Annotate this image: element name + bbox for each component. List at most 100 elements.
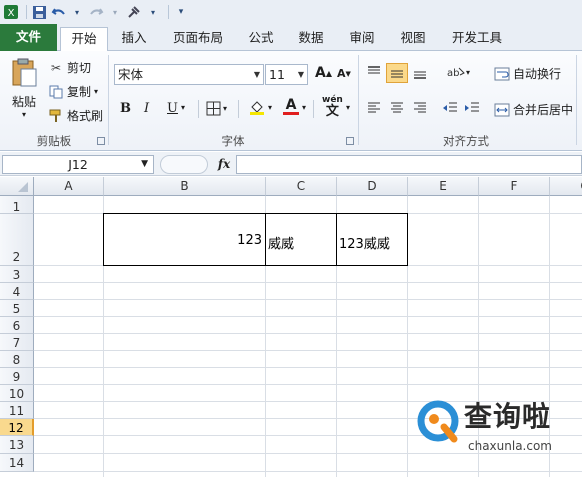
- underline-button[interactable]: U: [167, 101, 178, 116]
- row-header-6[interactable]: 6: [0, 317, 34, 334]
- cut-label: 剪切: [67, 61, 92, 75]
- row-header-13[interactable]: 13: [0, 436, 34, 454]
- decrease-indent-button[interactable]: [442, 101, 458, 115]
- shrink-font-button[interactable]: A ▼: [337, 67, 351, 80]
- row-header-9[interactable]: 9: [0, 368, 34, 385]
- align-middle-icon: [391, 70, 403, 78]
- save-icon[interactable]: [31, 3, 47, 21]
- tab-insert[interactable]: 插入: [111, 27, 157, 51]
- grow-font-icon: A: [315, 65, 326, 81]
- undo-icon[interactable]: [50, 3, 66, 21]
- column-header-a[interactable]: A: [34, 177, 104, 196]
- tab-view[interactable]: 视图: [392, 27, 434, 51]
- row-header-11[interactable]: 11: [0, 402, 34, 419]
- row-header-10[interactable]: 10: [0, 385, 34, 402]
- format-painter-button[interactable]: 格式刷: [48, 107, 103, 124]
- clipboard-launcher-icon[interactable]: [97, 137, 105, 145]
- gridline: [34, 471, 582, 472]
- gridline: [34, 299, 582, 300]
- tab-home[interactable]: 开始: [60, 27, 108, 52]
- select-all-corner[interactable]: [0, 177, 34, 196]
- quick-access-toolbar: X ▾ ▾ ▾ ▾: [0, 0, 582, 24]
- insert-function-button[interactable]: fx: [214, 155, 234, 174]
- copy-button[interactable]: 复制 ▾: [48, 83, 98, 100]
- phonetic-dropdown-icon[interactable]: ▾: [346, 103, 350, 112]
- tab-page-layout[interactable]: 页面布局: [162, 27, 234, 51]
- row-header-7[interactable]: 7: [0, 334, 34, 351]
- font-launcher-icon[interactable]: [346, 137, 354, 145]
- column-header-d[interactable]: D: [337, 177, 408, 196]
- row-header-1[interactable]: 1: [0, 196, 34, 214]
- row-header-8[interactable]: 8: [0, 351, 34, 368]
- tab-data[interactable]: 数据: [290, 27, 332, 51]
- font-color-button[interactable]: A: [283, 97, 299, 115]
- align-bottom-button[interactable]: [412, 65, 428, 79]
- borders-button[interactable]: ▾: [206, 101, 227, 116]
- paste-icon: [12, 58, 37, 87]
- tab-developer[interactable]: 开发工具: [445, 27, 509, 51]
- wrap-text-button[interactable]: 自动换行: [494, 65, 561, 82]
- font-color-dropdown-icon[interactable]: ▾: [302, 103, 306, 112]
- italic-button[interactable]: I: [144, 101, 149, 116]
- row-header-2[interactable]: 2: [0, 214, 34, 266]
- row-header-5[interactable]: 5: [0, 300, 34, 317]
- tab-file[interactable]: 文件: [0, 24, 57, 51]
- redo-icon[interactable]: [88, 3, 104, 21]
- column-header-f[interactable]: F: [479, 177, 550, 196]
- gridline: [34, 367, 582, 368]
- merge-center-button[interactable]: 合并后居中: [494, 101, 573, 118]
- align-left-button[interactable]: [366, 101, 382, 115]
- chevron-down-icon: ▼: [297, 70, 304, 79]
- borders-icon: [206, 101, 221, 116]
- merge-center-icon: [494, 103, 510, 116]
- row-header-3[interactable]: 3: [0, 266, 34, 283]
- tab-formulas[interactable]: 公式: [240, 27, 282, 51]
- align-center-button[interactable]: [389, 101, 405, 115]
- name-box[interactable]: J12 ▼: [2, 155, 154, 174]
- align-middle-button[interactable]: [386, 63, 408, 83]
- row-header-12[interactable]: 12: [0, 419, 34, 436]
- bold-button[interactable]: B: [120, 101, 131, 116]
- formula-input[interactable]: [236, 155, 582, 174]
- increase-indent-icon: [465, 102, 479, 112]
- paste-button[interactable]: 粘贴 ▾: [5, 57, 43, 123]
- increase-indent-button[interactable]: [464, 101, 480, 115]
- watermark: 查询啦 chaxunla.com: [408, 391, 582, 467]
- alignment-group-label: 对齐方式: [443, 134, 489, 148]
- cut-button[interactable]: ✂ 剪切: [48, 59, 91, 76]
- fill-color-button[interactable]: [249, 99, 265, 115]
- cell-c2[interactable]: 威威: [268, 233, 334, 252]
- redo-dropdown-icon[interactable]: ▾: [107, 3, 123, 21]
- formula-bar-splitter[interactable]: [160, 155, 208, 174]
- tool-icon[interactable]: [126, 3, 142, 21]
- borders-dropdown-icon: ▾: [223, 104, 228, 113]
- cell-d2[interactable]: 123威威: [339, 233, 407, 252]
- undo-dropdown-icon[interactable]: ▾: [69, 3, 85, 21]
- tool-dropdown-icon[interactable]: ▾: [145, 3, 161, 21]
- chevron-down-icon: ▼: [253, 70, 260, 79]
- column-header-c[interactable]: C: [266, 177, 337, 196]
- row-header-14[interactable]: 14: [0, 454, 34, 472]
- tab-review[interactable]: 审阅: [341, 27, 383, 51]
- customize-toolbar-icon[interactable]: ▾: [173, 3, 189, 21]
- toolbar-divider: [168, 5, 169, 19]
- gridline: [34, 350, 582, 351]
- cell-b2[interactable]: 123: [104, 233, 262, 248]
- align-top-button[interactable]: [366, 65, 382, 79]
- align-bottom-icon: [414, 71, 426, 79]
- grow-font-button[interactable]: A ▲: [315, 65, 332, 81]
- font-name-value: 宋体: [118, 67, 144, 82]
- column-header-e[interactable]: E: [408, 177, 479, 196]
- font-size-select[interactable]: 11 ▼: [265, 64, 308, 85]
- align-right-button[interactable]: [412, 101, 428, 115]
- group-divider: [576, 55, 577, 145]
- font-name-select[interactable]: 宋体 ▼: [114, 64, 264, 85]
- column-header-g[interactable]: G: [550, 177, 582, 196]
- phonetic-button[interactable]: wén 文: [322, 95, 343, 119]
- orientation-button[interactable]: ab ▾: [446, 65, 470, 80]
- row-header-4[interactable]: 4: [0, 283, 34, 300]
- column-header-b[interactable]: B: [104, 177, 266, 196]
- underline-dropdown-icon[interactable]: ▾: [181, 103, 185, 112]
- fill-color-dropdown-icon[interactable]: ▾: [268, 103, 272, 112]
- phonetic-char-label: 文: [325, 104, 339, 119]
